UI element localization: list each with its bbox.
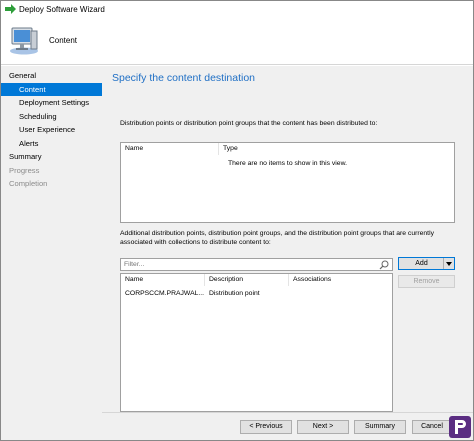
row-description: Distribution point xyxy=(209,290,260,297)
computer-monitor-icon xyxy=(7,22,41,56)
wizard-arrow-icon xyxy=(4,3,16,15)
nav-progress: Progress xyxy=(9,165,40,175)
add-button[interactable]: Add xyxy=(398,257,455,270)
filter-input[interactable] xyxy=(121,259,371,270)
nav-scheduling[interactable]: Scheduling xyxy=(1,110,102,124)
content-panel: Specify the content destination Distribu… xyxy=(102,66,473,440)
column-header-name[interactable]: Name xyxy=(121,274,205,286)
nav-deployment-settings[interactable]: Deployment Settings xyxy=(1,96,102,110)
wizard-header: Content xyxy=(1,17,473,65)
nav-completion: Completion xyxy=(9,179,48,188)
list-header: Name Type xyxy=(121,143,454,155)
nav-content[interactable]: Content xyxy=(1,82,102,96)
nav-user-experience[interactable]: User Experience xyxy=(1,123,102,137)
distributed-list[interactable]: Name Type There are no items to show in … xyxy=(120,142,455,223)
add-button-label: Add xyxy=(415,260,428,267)
nav-summary[interactable]: Summary xyxy=(1,150,102,164)
additional-list[interactable]: Name Description Associations CORPSCCM.P… xyxy=(120,273,393,412)
empty-list-message: There are no items to show in this view. xyxy=(228,160,347,167)
additional-label: Additional distribution points, distribu… xyxy=(120,230,434,246)
dropdown-arrow-icon[interactable] xyxy=(443,258,454,269)
page-title: Content xyxy=(49,36,78,45)
footer-divider xyxy=(102,412,473,413)
previous-button[interactable]: < Previous xyxy=(240,420,292,434)
window-title: Deploy Software Wizard xyxy=(19,4,105,14)
search-icon[interactable] xyxy=(379,260,389,270)
filter-box[interactable] xyxy=(120,258,393,271)
wizard-nav: General Content Deployment Settings Sche… xyxy=(1,66,102,440)
brand-logo-icon xyxy=(449,416,471,438)
row-name: CORPSCCM.PRAJWAL... xyxy=(125,290,205,297)
column-header-description[interactable]: Description xyxy=(205,274,289,286)
row-associations xyxy=(289,288,371,300)
next-button[interactable]: Next > xyxy=(297,420,349,434)
cancel-button[interactable]: Cancel xyxy=(412,420,452,434)
list-header: Name Description Associations xyxy=(121,274,392,286)
column-header-associations[interactable]: Associations xyxy=(289,274,371,286)
section-title: Specify the content destination xyxy=(112,72,256,84)
column-header-name[interactable]: Name xyxy=(121,143,219,155)
summary-button[interactable]: Summary xyxy=(354,420,406,434)
title-bar: Deploy Software Wizard xyxy=(1,1,473,17)
distributed-label: Distribution points or distribution poin… xyxy=(120,120,378,127)
table-row[interactable]: CORPSCCM.PRAJWAL... Distribution point xyxy=(121,288,371,300)
nav-alerts[interactable]: Alerts xyxy=(1,137,102,151)
wizard-window: Deploy Software Wizard Content General C… xyxy=(0,0,474,441)
remove-button: Remove xyxy=(398,275,455,288)
column-header-type[interactable]: Type xyxy=(219,143,339,155)
nav-general[interactable]: General xyxy=(1,69,102,83)
